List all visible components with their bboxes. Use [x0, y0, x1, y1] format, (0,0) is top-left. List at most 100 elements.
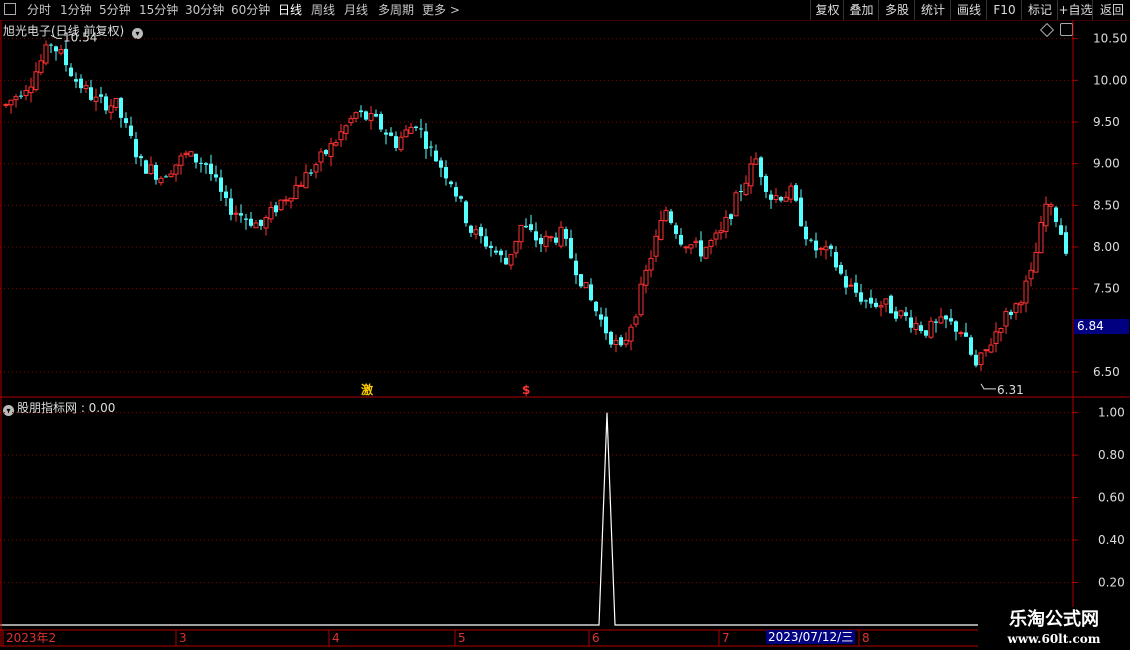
- candle: [303, 164, 309, 189]
- candle-body-down: [594, 301, 598, 312]
- candle: [403, 125, 409, 138]
- candle-body-up: [988, 344, 994, 353]
- candle-body-up: [683, 246, 689, 249]
- candle-body-up: [1038, 222, 1044, 254]
- candle: [683, 245, 689, 254]
- indicator-tick-label: 0.80: [1098, 448, 1125, 462]
- candle: [623, 332, 629, 348]
- candle-body-up: [818, 247, 824, 250]
- candle-body-down: [449, 181, 453, 185]
- candle: [534, 222, 538, 248]
- candle-body-down: [829, 245, 833, 249]
- candle: [564, 226, 568, 247]
- candle: [739, 184, 743, 202]
- candle: [449, 180, 453, 188]
- candle-body-down: [79, 78, 83, 89]
- candle: [839, 262, 843, 276]
- candle: [988, 338, 994, 354]
- candle: [429, 140, 433, 157]
- candle-body-up: [333, 142, 339, 146]
- candle-body-up: [33, 71, 39, 91]
- candle-body-down: [814, 240, 818, 251]
- candle: [209, 154, 213, 181]
- selected-date-label: 2023/07/12/三: [766, 630, 856, 644]
- time-tick-label: 8: [862, 631, 870, 645]
- candle: [543, 230, 549, 253]
- candle: [889, 294, 893, 314]
- candle: [278, 199, 284, 212]
- candle: [799, 189, 803, 227]
- low-price-label: 6.31: [997, 383, 1024, 397]
- candle-body-up: [253, 222, 259, 229]
- candle-body-up: [3, 103, 9, 106]
- candle: [558, 221, 564, 249]
- candle-body-up: [513, 240, 519, 254]
- candle-body-down: [194, 153, 198, 163]
- candle: [219, 169, 223, 202]
- candle: [204, 162, 208, 174]
- candle-body-down: [424, 131, 428, 149]
- candle: [729, 213, 733, 226]
- candle: [1023, 275, 1029, 313]
- candle-body-down: [469, 225, 473, 233]
- candle: [594, 300, 598, 317]
- candle: [124, 112, 128, 128]
- candle: [134, 132, 138, 165]
- candle: [859, 283, 863, 305]
- candle: [944, 314, 948, 329]
- candle-body-up: [348, 118, 354, 124]
- candle: [348, 115, 354, 126]
- candle-body-down: [779, 197, 783, 201]
- candle-body-down: [894, 311, 898, 319]
- candle: [663, 206, 669, 223]
- candle: [909, 309, 913, 333]
- candle-body-down: [489, 245, 493, 249]
- candle: [708, 238, 714, 255]
- candle: [679, 228, 683, 247]
- candle-body-up: [1048, 204, 1054, 207]
- candle-body-down: [669, 211, 673, 223]
- candle: [274, 201, 278, 217]
- candle-body-up: [663, 209, 669, 222]
- candle-body-up: [928, 320, 934, 338]
- candle-body-down: [459, 196, 463, 199]
- candle: [583, 282, 589, 289]
- candle-body-up: [783, 196, 789, 202]
- candle-body-up: [148, 164, 154, 174]
- candle-body-down: [954, 321, 958, 332]
- candle-body-down: [499, 250, 503, 256]
- high-price-label: 10.54: [63, 30, 97, 44]
- candle-body-down: [799, 197, 803, 227]
- candle: [244, 213, 248, 230]
- candle: [628, 324, 634, 351]
- candle-body-down: [54, 46, 58, 52]
- candle: [13, 93, 19, 108]
- candle-body-down: [764, 175, 768, 192]
- candle-body-down: [239, 213, 243, 216]
- candle: [983, 349, 989, 357]
- candle: [253, 219, 259, 229]
- candle: [239, 204, 243, 223]
- candle-body-up: [558, 226, 564, 247]
- candle-body-up: [8, 99, 14, 106]
- candle: [693, 237, 699, 248]
- candle: [759, 156, 763, 186]
- candle-body-up: [188, 151, 194, 157]
- candle: [233, 205, 239, 222]
- candle-body-down: [679, 235, 683, 245]
- candle-body-down: [739, 190, 743, 192]
- candle-body-down: [359, 110, 363, 113]
- candle-body-up: [408, 126, 414, 134]
- candle-body-up: [38, 60, 44, 73]
- candle-body-up: [318, 151, 324, 163]
- candle-body-up: [708, 240, 714, 247]
- candle-body-up: [13, 96, 19, 101]
- candle: [1013, 302, 1019, 320]
- candle-body-up: [983, 349, 989, 352]
- candle-body-up: [643, 269, 649, 286]
- candle: [99, 86, 103, 104]
- candle-body-down: [969, 337, 973, 355]
- candle: [954, 320, 958, 341]
- kline-chart[interactable]: 10.50 10.00 9.50 9.00 8.50 8.00 7.50 6.50 1.00 0.…: [0, 0, 1130, 650]
- candle: [439, 157, 443, 178]
